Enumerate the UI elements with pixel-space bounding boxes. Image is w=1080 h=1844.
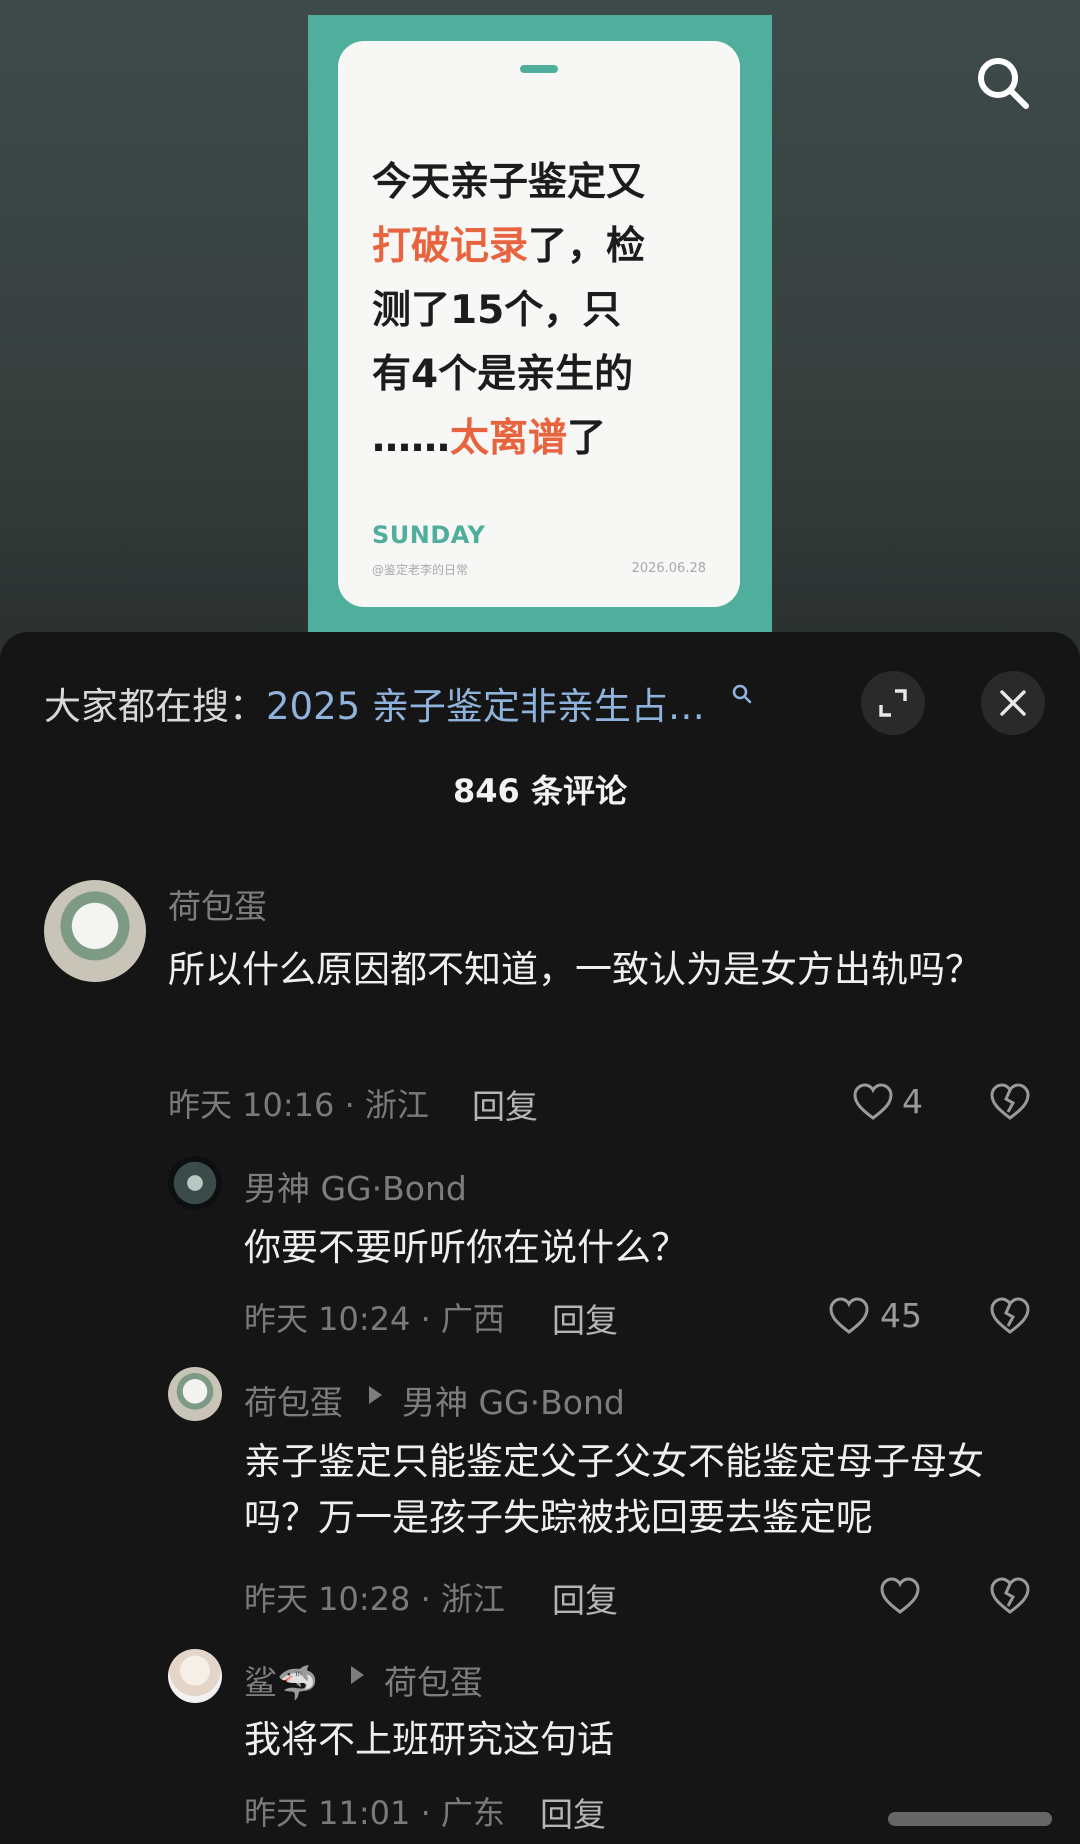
poster-highlight-1: 打破记录 — [372, 224, 529, 269]
like-count: 45 — [880, 1296, 922, 1335]
poster-date: 2026.06.28 — [631, 561, 706, 576]
reply-button[interactable]: 回复 — [552, 1574, 618, 1622]
comment-text: 所以什么原因都不知道，一致认为是女方出轨吗？ — [168, 948, 982, 991]
poster-line-3: 测了15个，只 — [372, 288, 622, 333]
poster-headline: 今天亲子鉴定又 打破记录了，检 测了15个，只 有4个是亲生的 ……太离谱了 — [372, 151, 722, 471]
avatar[interactable] — [44, 880, 146, 982]
close-button[interactable] — [981, 671, 1045, 735]
expand-button[interactable] — [861, 671, 925, 735]
poster-author: @鉴定老李的日常 — [372, 563, 469, 577]
hot-search-query[interactable]: 2025 亲子鉴定非亲生占… — [266, 676, 705, 730]
close-icon — [1000, 690, 1026, 716]
like-count: 4 — [902, 1082, 923, 1121]
avatar[interactable] — [168, 1367, 222, 1421]
comment-author[interactable]: 鲨🦈 — [244, 1656, 318, 1704]
poster-line-2: 打破记录了，检 — [372, 215, 722, 279]
hot-search-bar[interactable]: 大家都在搜： 2025 亲子鉴定非亲生占… — [44, 680, 824, 728]
poster-line-5: ……太离谱了 — [372, 407, 722, 471]
comment-time-location: 昨天 10:28 · 浙江 — [244, 1580, 505, 1618]
search-icon — [978, 58, 1029, 109]
reply-to-author[interactable]: 男神 GG·Bond — [402, 1376, 625, 1424]
poster-brand: SUNDAY — [372, 521, 486, 549]
reply-arrow-icon — [351, 1666, 364, 1684]
comment-text: 我将不上班研究这句话 — [244, 1718, 614, 1761]
reply-arrow-icon — [369, 1386, 382, 1404]
reply-button[interactable]: 回复 — [472, 1080, 538, 1128]
video-area[interactable]: 今天亲子鉴定又 打破记录了，检 测了15个，只 有4个是亲生的 ……太离谱了 S… — [0, 0, 1080, 660]
poster-line-5-rest: 了 — [567, 416, 607, 461]
watermark — [888, 1812, 1052, 1826]
dislike-icon[interactable] — [988, 1296, 1032, 1336]
heart-icon[interactable] — [878, 1576, 922, 1616]
small-search-icon — [732, 684, 752, 704]
hot-search-prefix: 大家都在搜： — [44, 685, 266, 728]
reply-button[interactable]: 回复 — [540, 1788, 606, 1836]
reply-to-author[interactable]: 荷包蛋 — [384, 1656, 483, 1704]
dislike-icon[interactable] — [988, 1576, 1032, 1616]
comment-text: 你要不要听听你在说什么？ — [244, 1226, 688, 1269]
dislike-icon[interactable] — [988, 1082, 1032, 1122]
comment-time-location: 昨天 10:24 · 广西 — [244, 1300, 505, 1338]
comment-text: 亲子鉴定只能鉴定父子父女不能鉴定母子母女吗？万一是孩子失踪被找回要去鉴定呢 — [244, 1440, 984, 1539]
poster-line-1: 今天亲子鉴定又 — [372, 160, 646, 205]
comment-author[interactable]: 男神 GG·Bond — [244, 1162, 467, 1210]
poster-ellipsis: …… — [372, 416, 450, 461]
reply-button[interactable]: 回复 — [552, 1294, 618, 1342]
avatar[interactable] — [168, 1649, 222, 1703]
poster-image: 今天亲子鉴定又 打破记录了，检 测了15个，只 有4个是亲生的 ……太离谱了 S… — [308, 15, 772, 635]
comment-count: 846 条评论 — [453, 772, 627, 810]
comment-time-location: 昨天 11:01 · 广东 — [244, 1794, 505, 1832]
heart-icon[interactable] — [851, 1082, 895, 1122]
comment-time-location: 昨天 10:16 · 浙江 — [168, 1086, 429, 1124]
poster-highlight-2: 太离谱 — [450, 416, 568, 461]
avatar[interactable] — [168, 1156, 222, 1210]
comment-author[interactable]: 荷包蛋 — [244, 1376, 343, 1424]
expand-icon — [879, 689, 907, 717]
comment-author[interactable]: 荷包蛋 — [168, 880, 267, 928]
poster-tab — [520, 65, 558, 73]
poster-line-2-rest: 了，检 — [528, 224, 646, 269]
poster-card: 今天亲子鉴定又 打破记录了，检 测了15个，只 有4个是亲生的 ……太离谱了 S… — [338, 41, 740, 607]
heart-icon[interactable] — [827, 1296, 871, 1336]
poster-line-4: 有4个是亲生的 — [372, 352, 634, 397]
search-button[interactable] — [968, 48, 1038, 118]
